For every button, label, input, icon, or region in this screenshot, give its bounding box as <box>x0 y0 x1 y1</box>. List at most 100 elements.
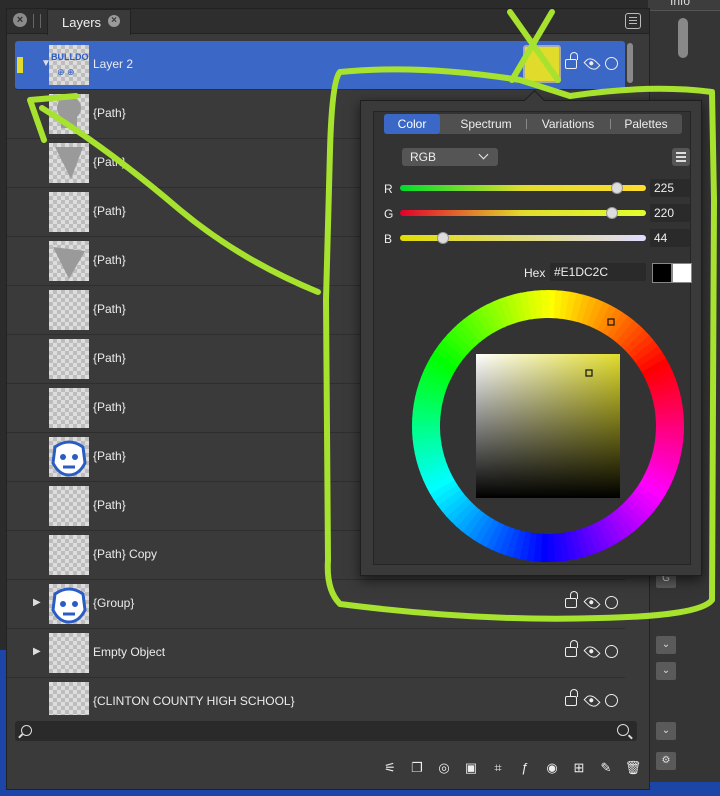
layer-thumbnail <box>49 339 89 379</box>
background-settings-button[interactable]: ⚙ <box>656 752 676 770</box>
layer-label[interactable]: {Path} <box>93 302 126 316</box>
select-circle-icon[interactable] <box>605 596 618 609</box>
search-icon <box>21 725 32 736</box>
panel-titlebar: × Layers × <box>7 9 649 35</box>
lock-icon[interactable] <box>565 591 578 608</box>
tab-variations[interactable]: Variations <box>526 114 610 134</box>
layer-label[interactable]: {Path} <box>93 400 126 414</box>
lock-icon[interactable] <box>565 52 578 69</box>
slider-r-knob[interactable] <box>610 182 623 194</box>
select-circle-icon[interactable] <box>605 694 618 707</box>
slider-b-label: B <box>384 232 393 246</box>
layer-label[interactable]: {Path} <box>93 253 126 267</box>
black-swatch[interactable] <box>652 263 672 283</box>
tab-palettes[interactable]: Palettes <box>610 114 682 134</box>
slider-r-track[interactable] <box>400 185 646 191</box>
visibility-eye-icon[interactable] <box>583 594 601 612</box>
background-scrollbar[interactable] <box>678 18 688 58</box>
layer-thumbnail <box>49 192 89 232</box>
layer-label[interactable]: {Path} <box>93 498 126 512</box>
brightness-overlay <box>476 354 620 498</box>
visibility-eye-icon[interactable] <box>583 692 601 710</box>
layer-state-icons <box>565 591 621 612</box>
layer-color-tag <box>17 57 23 73</box>
panel-close-icon[interactable]: × <box>13 13 27 27</box>
layer-thumbnail <box>49 143 89 183</box>
zoom-to-layer-icon[interactable] <box>617 724 629 736</box>
visibility-eye-icon[interactable] <box>583 55 601 73</box>
select-circle-icon[interactable] <box>605 645 618 658</box>
layer-state-icons <box>565 640 621 661</box>
crop-icon[interactable]: ⌗ <box>489 759 507 777</box>
layer-label[interactable]: Layer 2 <box>93 57 133 71</box>
layer-label[interactable]: {Path} <box>93 351 126 365</box>
layer-list-scrollbar[interactable] <box>627 43 633 83</box>
layer-thumbnail <box>49 290 89 330</box>
layer-label[interactable]: {Path} <box>93 155 126 169</box>
expand-right-icon[interactable]: ▶ <box>33 646 41 657</box>
trash-icon[interactable]: 🗑 <box>624 759 642 777</box>
tab-layers-label: Layers <box>62 15 102 30</box>
options-list-icon[interactable] <box>672 148 690 166</box>
hex-label: Hex <box>524 266 546 280</box>
layer-label[interactable]: {Path} <box>93 106 126 120</box>
background-chevron-button-3[interactable]: ⌄ <box>656 722 676 740</box>
adjust-icon[interactable]: ⚟ <box>381 759 399 777</box>
select-circle-icon[interactable] <box>605 57 618 70</box>
drag-grip-icon[interactable] <box>33 14 41 28</box>
layer-label[interactable]: {Path} Copy <box>93 547 157 561</box>
expand-right-icon[interactable]: ▶ <box>33 597 41 608</box>
white-swatch[interactable] <box>672 263 692 283</box>
slider-g-value[interactable]: 220 <box>650 204 690 222</box>
layer-label[interactable]: {Path} <box>93 449 126 463</box>
layer-fill-swatch[interactable] <box>523 45 561 83</box>
layer-state-icons <box>565 689 621 710</box>
info-tab[interactable]: Info <box>648 0 720 11</box>
background-chevron-button-2[interactable]: ⌄ <box>656 662 676 680</box>
layer-label[interactable]: {Group} <box>93 596 134 610</box>
layer-row[interactable]: ▶ Empty Object <box>7 629 625 678</box>
tab-layers[interactable]: Layers × <box>47 9 131 35</box>
add-layer-icon[interactable]: ⊞ <box>570 759 588 777</box>
mask-icon[interactable]: ◎ <box>435 759 453 777</box>
camera-icon[interactable]: ◉ <box>543 759 561 777</box>
layer-row[interactable]: ▼BULLDOGS⊕ ⊕Layer 2 <box>15 41 625 90</box>
hue-segment <box>540 290 550 319</box>
color-wheel[interactable] <box>412 290 684 562</box>
info-tab-label: Info <box>670 0 691 8</box>
layer-search-bar[interactable] <box>15 721 637 741</box>
layer-row[interactable]: ▶ {Group} <box>7 580 625 629</box>
layer-row[interactable]: {CLINTON COUNTY HIGH SCHOOL} <box>7 678 625 715</box>
layer-label[interactable]: Empty Object <box>93 645 165 659</box>
svg-text:BULLDOGS: BULLDOGS <box>51 52 89 62</box>
layer-thumbnail <box>49 535 89 575</box>
slider-r-label: R <box>384 182 393 196</box>
layer-thumbnail <box>49 94 89 134</box>
visibility-eye-icon[interactable] <box>583 643 601 661</box>
tab-spectrum[interactable]: Spectrum <box>446 114 526 134</box>
layer-thumbnail <box>49 437 89 477</box>
layer-thumbnail <box>49 388 89 428</box>
slider-g-knob[interactable] <box>606 207 619 219</box>
slider-r-value[interactable]: 225 <box>650 179 690 197</box>
brush-icon[interactable]: ✎ <box>597 759 615 777</box>
color-popover: Color Spectrum Variations Palettes RGB R… <box>360 100 702 576</box>
duplicate-icon[interactable]: ❐ <box>408 759 426 777</box>
hex-input[interactable]: #E1DC2C <box>550 263 646 281</box>
layer-label[interactable]: {CLINTON COUNTY HIGH SCHOOL} <box>93 694 295 708</box>
slider-b-knob[interactable] <box>436 232 449 244</box>
clip-icon[interactable]: ▣ <box>462 759 480 777</box>
lock-icon[interactable] <box>565 689 578 706</box>
color-mode-select[interactable]: RGB <box>402 148 498 166</box>
slider-b-value[interactable]: 44 <box>650 229 690 247</box>
panel-menu-icon[interactable] <box>625 13 641 29</box>
tab-close-icon[interactable]: × <box>108 15 120 27</box>
layer-thumbnail <box>49 584 89 624</box>
fx-icon[interactable]: ƒ <box>516 759 534 777</box>
layer-label[interactable]: {Path} <box>93 204 126 218</box>
lock-icon[interactable] <box>565 640 578 657</box>
tab-color[interactable]: Color <box>384 114 440 134</box>
layer-thumbnail <box>49 682 89 715</box>
background-chevron-button-1[interactable]: ⌄ <box>656 636 676 654</box>
color-mode-value: RGB <box>410 150 437 164</box>
